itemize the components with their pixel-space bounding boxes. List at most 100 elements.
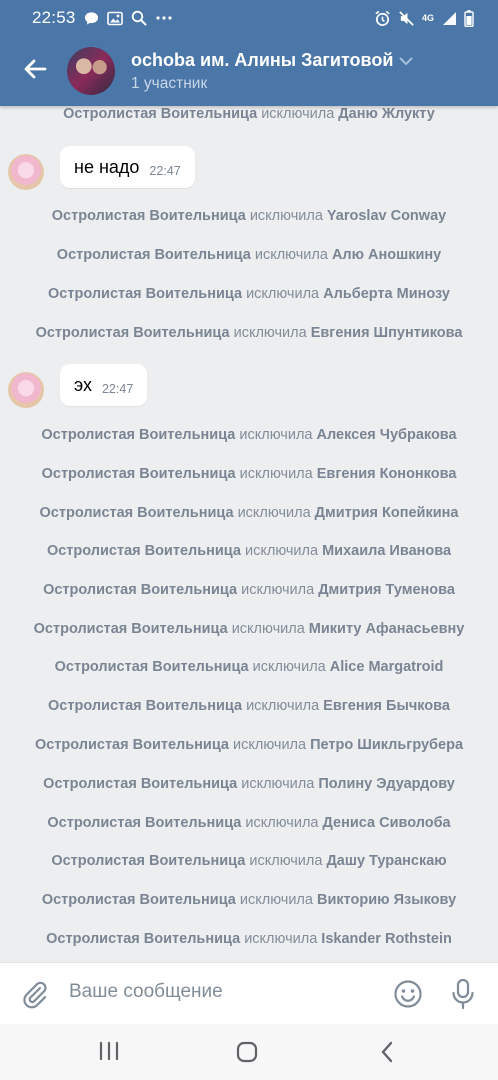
service-target[interactable]: Микиту Афанасьевну (309, 621, 465, 637)
service-target[interactable]: Iskander Rothstein (321, 931, 452, 947)
service-target[interactable]: Михаила Иванова (322, 543, 451, 559)
nav-back-icon[interactable] (379, 1041, 395, 1063)
message-text: не надо (74, 156, 140, 177)
service-target[interactable]: Евгения Шпунтикова (311, 325, 463, 341)
chat-avatar[interactable] (67, 47, 115, 95)
service-target[interactable]: Полину Эдуардову (318, 776, 455, 792)
service-verb: исключила (241, 776, 315, 792)
service-actor[interactable]: Остролистая Воительница (35, 737, 229, 753)
service-verb: исключила (245, 543, 319, 559)
message-bubble[interactable]: не надо 22:47 (60, 146, 195, 188)
service-target[interactable]: Даню Жлукту (338, 106, 435, 122)
service-message: Остролистая Воительница исключила Алю Ан… (0, 247, 498, 263)
service-actor[interactable]: Остролистая Воительница (43, 582, 237, 598)
service-verb: исключила (261, 106, 335, 122)
service-message: Остролистая Воительница исключила Даню Ж… (0, 106, 498, 122)
service-actor[interactable]: Остролистая Воительница (48, 698, 242, 714)
service-actor[interactable]: Остролистая Воительница (42, 466, 236, 482)
service-actor[interactable]: Остролистая Воительница (34, 621, 228, 637)
service-target[interactable]: Альберта Минозу (323, 286, 450, 302)
service-verb: исключила (237, 505, 311, 521)
recent-apps-icon[interactable] (98, 1041, 120, 1061)
service-target[interactable]: Дмитрия Копейкина (315, 505, 459, 521)
service-verb: исключила (246, 286, 320, 302)
service-verb: исключила (244, 931, 318, 947)
service-verb: исключила (241, 582, 315, 598)
service-target[interactable]: Алю Аношкину (332, 247, 441, 263)
message-bubble[interactable]: эх 22:47 (60, 364, 148, 406)
service-verb: исключила (233, 325, 307, 341)
emoji-icon[interactable] (393, 979, 423, 1009)
service-target[interactable]: Дмитрия Туменова (318, 582, 455, 598)
service-message: Остролистая Воительница исключила Евгени… (0, 325, 498, 341)
back-arrow-icon[interactable] (20, 54, 50, 84)
top-bar: 22:53 4G ochoba им. Алины Загитовой 1 уч… (0, 0, 498, 106)
network-type-label: 4G (421, 12, 434, 23)
service-verb: исключила (231, 621, 305, 637)
message-input[interactable] (69, 981, 369, 1003)
service-verb: исключила (249, 853, 323, 869)
service-target[interactable]: Евгения Кононкова (317, 466, 457, 482)
service-target[interactable]: Викторию Языкову (317, 892, 456, 908)
signal-icon (443, 11, 456, 25)
gallery-notification-icon (106, 11, 123, 25)
service-message: Остролистая Воительница исключила Дмитри… (0, 582, 498, 598)
service-target[interactable]: Yaroslav Conway (327, 208, 446, 224)
microphone-icon[interactable] (451, 978, 475, 1010)
service-target[interactable]: Alice Margatroid (330, 659, 444, 675)
search-notification-icon (131, 10, 147, 26)
service-actor[interactable]: Остролистая Воительница (63, 106, 257, 122)
service-actor[interactable]: Остролистая Воительница (42, 892, 236, 908)
service-actor[interactable]: Остролистая Воительница (52, 208, 246, 224)
home-icon[interactable] (236, 1041, 258, 1063)
system-navigation-bar (0, 1024, 498, 1080)
service-message: Остролистая Воительница исключила Микиту… (0, 621, 498, 637)
service-verb: исключила (233, 737, 307, 753)
service-actor[interactable]: Остролистая Воительница (47, 543, 241, 559)
status-time: 22:53 (32, 8, 76, 27)
message-composer (0, 962, 498, 1024)
service-target[interactable]: Алексея Чубракова (317, 427, 457, 443)
more-notifications-icon (155, 16, 172, 20)
service-actor[interactable]: Остролистая Воительница (41, 427, 235, 443)
chat-title-text: ochoba им. Алины Загитовой (131, 50, 394, 70)
status-bar: 22:53 4G (0, 0, 498, 36)
service-message: Остролистая Воительница исключила Евгени… (0, 466, 498, 482)
service-actor[interactable]: Остролистая Воительница (48, 286, 242, 302)
service-message: Остролистая Воительница исключила Дашу Т… (0, 853, 498, 869)
service-actor[interactable]: Остролистая Воительница (43, 776, 237, 792)
service-message: Остролистая Воительница исключила Евгени… (0, 698, 498, 714)
service-message: Остролистая Воительница исключила Дениса… (0, 815, 498, 831)
message-row: эх 22:47 (0, 364, 498, 414)
service-target[interactable]: Дашу Туранскаю (326, 853, 446, 869)
service-actor[interactable]: Остролистая Воительница (47, 815, 241, 831)
service-message: Остролистая Воительница исключила Петро … (0, 737, 498, 753)
sender-avatar[interactable] (8, 372, 44, 408)
service-actor[interactable]: Остролистая Воительница (57, 247, 251, 263)
message-time: 22:47 (149, 164, 181, 178)
sender-avatar[interactable] (8, 154, 44, 190)
service-message: Остролистая Воительница исключила Iskand… (0, 931, 498, 947)
service-actor[interactable]: Остролистая Воительница (46, 931, 240, 947)
attach-icon[interactable] (20, 979, 48, 1009)
service-verb: исключила (239, 466, 313, 482)
service-verb: исключила (239, 892, 313, 908)
message-notification-icon (84, 11, 98, 25)
service-target[interactable]: Дениса Сиволоба (323, 815, 451, 831)
service-actor[interactable]: Остролистая Воительница (36, 325, 230, 341)
service-message: Остролистая Воительница исключила Михаил… (0, 543, 498, 559)
service-verb: исключила (246, 698, 320, 714)
service-message: Остролистая Воительница исключила Альбер… (0, 286, 498, 302)
service-actor[interactable]: Остролистая Воительница (55, 659, 249, 675)
service-target[interactable]: Петро Шикльгрубера (310, 737, 463, 753)
battery-icon (464, 9, 474, 27)
service-target[interactable]: Евгения Бычкова (323, 698, 450, 714)
chat-subtitle: 1 участник (131, 75, 208, 92)
service-verb: исключила (249, 208, 323, 224)
service-actor[interactable]: Остролистая Воительница (51, 853, 245, 869)
chat-title[interactable]: ochoba им. Алины Загитовой (131, 50, 413, 71)
service-verb: исключила (245, 815, 319, 831)
chat-header: ochoba им. Алины Загитовой 1 участник (0, 36, 498, 106)
message-list[interactable]: Остролистая Воительница исключила Даню Ж… (0, 106, 498, 962)
service-actor[interactable]: Остролистая Воительница (40, 505, 234, 521)
